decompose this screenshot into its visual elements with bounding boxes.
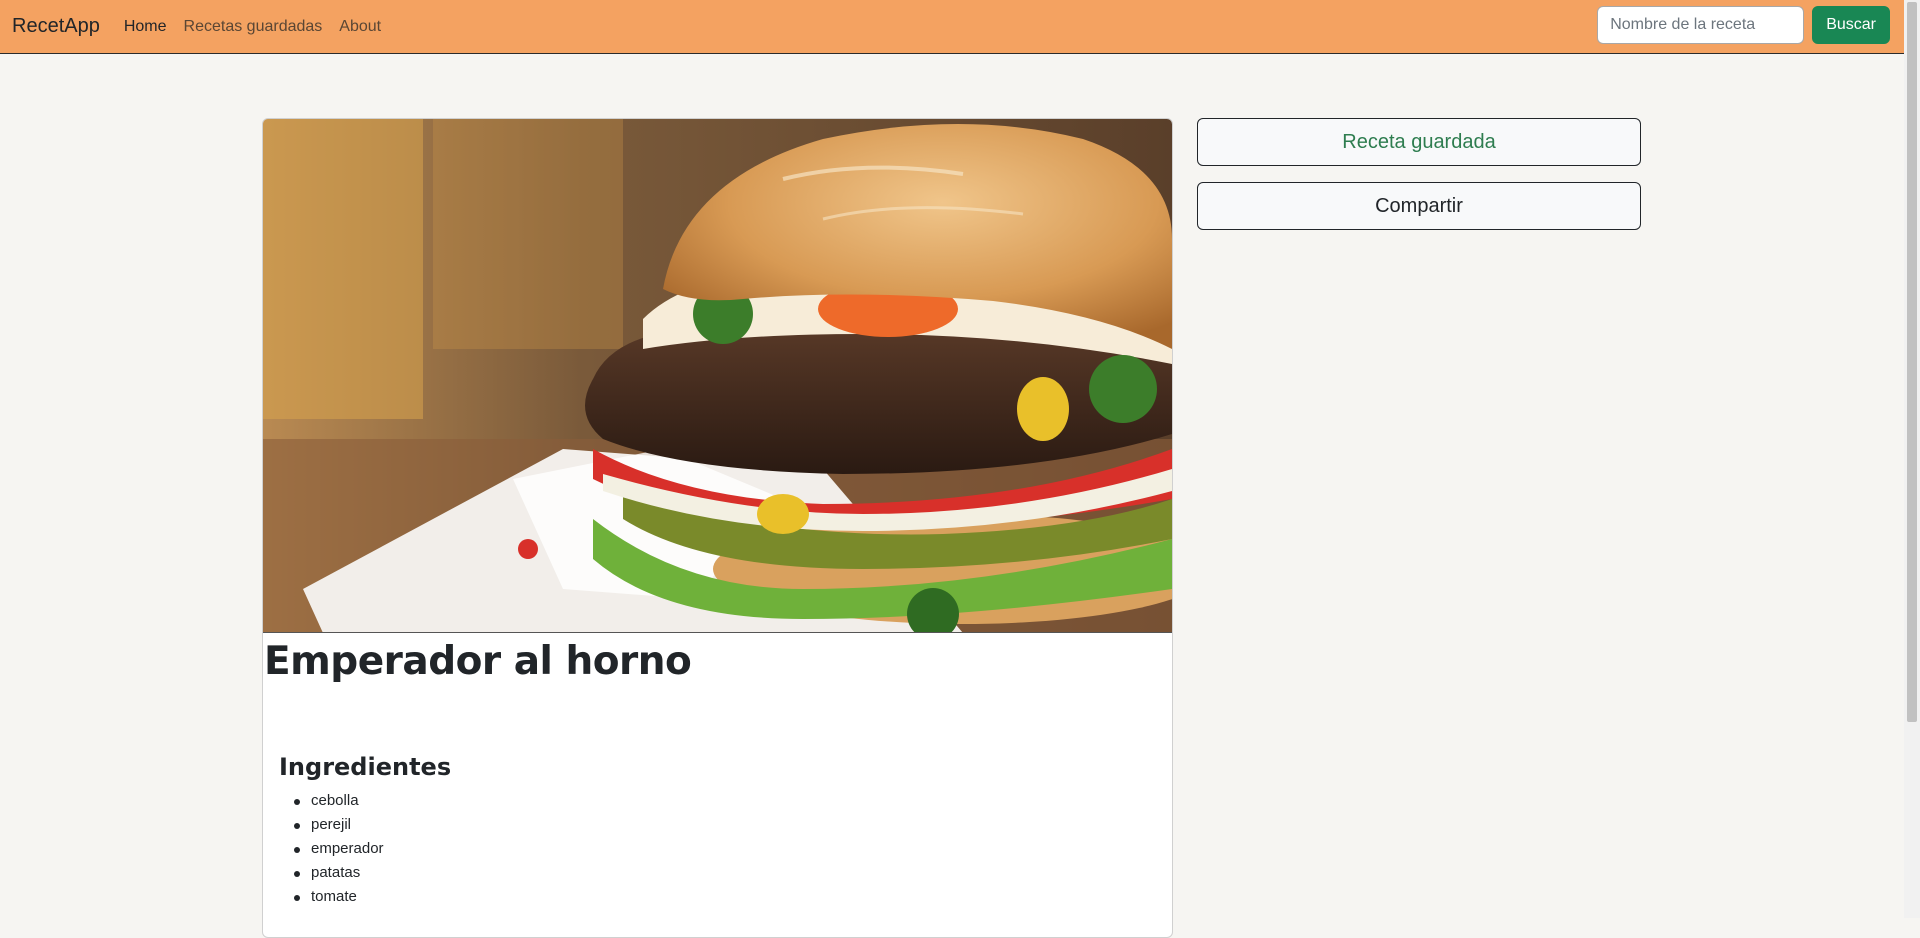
- search-form: Buscar: [1597, 6, 1890, 44]
- nav-link-about[interactable]: About: [339, 18, 381, 36]
- ingredient-item: cebolla: [294, 789, 384, 813]
- ingredient-item: patatas: [294, 861, 384, 885]
- recipe-image: [263, 119, 1172, 633]
- ingredients-list: cebolla perejil emperador patatas tomate: [294, 789, 384, 909]
- ingredient-item: perejil: [294, 813, 384, 837]
- recipe-title: Emperador al horno: [264, 639, 692, 684]
- recipe-card: Emperador al horno Ingredientes cebolla …: [262, 118, 1173, 938]
- burger-photo-illustration: [263, 119, 1172, 632]
- scrollbar-thumb[interactable]: [1907, 2, 1917, 722]
- search-input[interactable]: [1597, 6, 1805, 44]
- share-button[interactable]: Compartir: [1197, 182, 1641, 230]
- ingredient-item: emperador: [294, 837, 384, 861]
- top-navbar: RecetApp Home Recetas guardadas About Bu…: [0, 0, 1904, 54]
- brand-logo-link[interactable]: RecetApp: [12, 15, 100, 38]
- nav-link-saved-recipes[interactable]: Recetas guardadas: [184, 18, 323, 36]
- search-button[interactable]: Buscar: [1812, 6, 1890, 44]
- saved-recipe-button[interactable]: Receta guardada: [1197, 118, 1641, 166]
- ingredient-item: tomate: [294, 885, 384, 909]
- page-scrollbar[interactable]: [1904, 0, 1920, 918]
- nav-link-home[interactable]: Home: [124, 18, 167, 36]
- ingredients-heading: Ingredientes: [279, 753, 452, 781]
